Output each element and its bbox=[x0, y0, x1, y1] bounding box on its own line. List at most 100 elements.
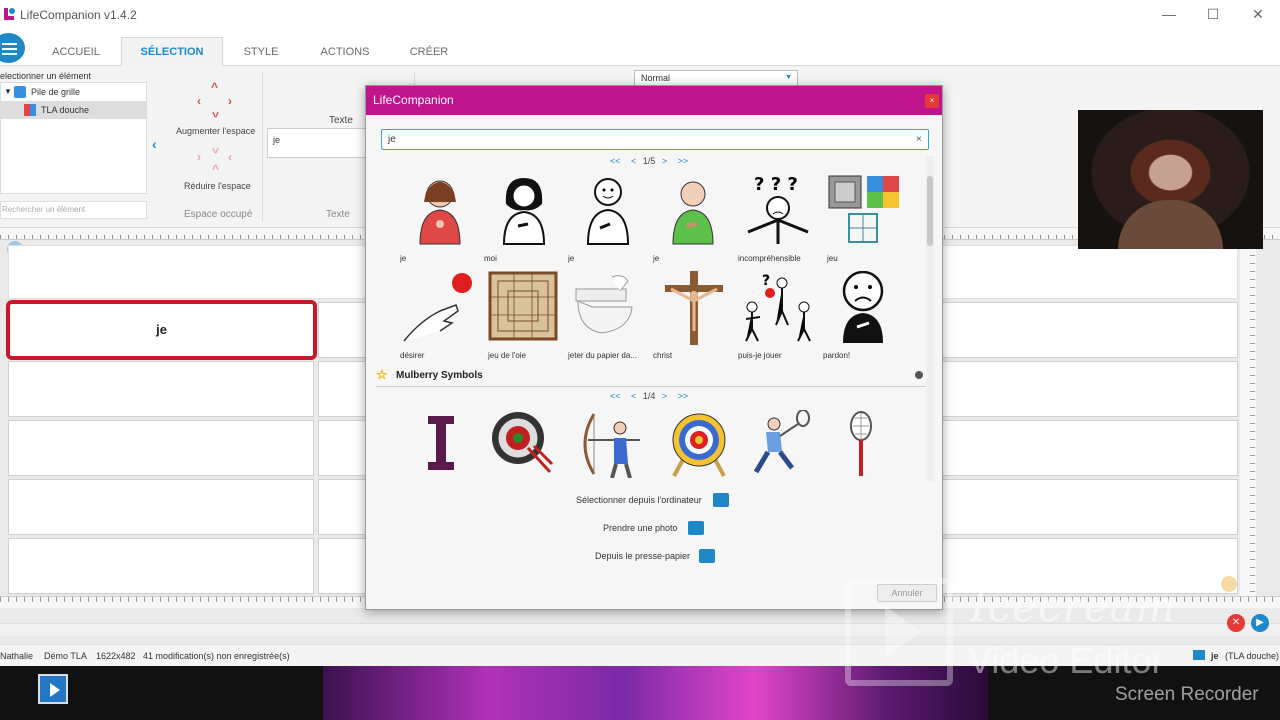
take-photo-button[interactable]: Prendre une photo bbox=[603, 521, 704, 535]
tree-item-grid-stack[interactable]: ▼ Pile de grille bbox=[1, 83, 147, 101]
arrow-right-icon[interactable]: › bbox=[228, 94, 232, 108]
tree-item-tla-douche[interactable]: TLA douche bbox=[1, 101, 147, 119]
minimize-button[interactable]: — bbox=[1159, 6, 1179, 22]
results-scrollbar[interactable] bbox=[926, 156, 934, 481]
play-icon[interactable]: ▶ bbox=[1251, 614, 1269, 632]
grid-cell[interactable] bbox=[8, 361, 314, 417]
symbol-search-input[interactable]: je bbox=[381, 129, 929, 150]
toilet-paper-icon bbox=[575, 275, 633, 334]
first-page-button[interactable]: << bbox=[610, 391, 621, 401]
clipboard-icon bbox=[699, 549, 715, 563]
ribbon-tabs: ACCUEIL SÉLECTION STYLE ACTIONS CRÉER bbox=[0, 30, 1280, 67]
scroll-thumb[interactable] bbox=[927, 176, 933, 246]
mulberry-symbol[interactable] bbox=[746, 410, 826, 480]
camera-icon bbox=[688, 521, 704, 535]
dialog-close-button[interactable]: × bbox=[925, 94, 939, 108]
prev-page-button[interactable]: < bbox=[631, 391, 636, 401]
mulberry-symbol[interactable] bbox=[838, 410, 918, 480]
tab-actions[interactable]: ACTIONS bbox=[310, 38, 380, 66]
image-icon bbox=[1193, 650, 1205, 660]
close-window-button[interactable]: ✕ bbox=[1248, 6, 1268, 23]
symbol-result[interactable]: ? puis-je jouer bbox=[738, 271, 818, 361]
maximize-button[interactable]: ☐ bbox=[1203, 6, 1223, 23]
last-page-button[interactable]: >> bbox=[678, 156, 689, 166]
main-menu-button[interactable] bbox=[0, 33, 25, 63]
man-pointing-self-icon bbox=[672, 181, 714, 245]
stop-record-icon[interactable]: ✕ bbox=[1227, 614, 1245, 632]
media-player-icon[interactable] bbox=[38, 674, 68, 704]
status-profile: Démo TLA bbox=[44, 651, 87, 661]
space-group-label: Espace occupé bbox=[184, 209, 253, 220]
from-computer-label: Sélectionner depuis l'ordinateur bbox=[576, 495, 702, 505]
reduce-down-icon[interactable]: ^ bbox=[212, 142, 219, 156]
symbol-result[interactable]: ? ? ? incompréhensible bbox=[738, 174, 818, 264]
symbol-result[interactable]: jeter du papier da... bbox=[568, 271, 648, 361]
text-header: Texte bbox=[329, 115, 353, 126]
grid-cell[interactable] bbox=[8, 538, 314, 594]
first-page-button[interactable]: << bbox=[610, 156, 621, 166]
tab-style[interactable]: STYLE bbox=[232, 38, 290, 66]
symbol-result[interactable]: désirer bbox=[400, 271, 480, 361]
clear-search-icon[interactable]: × bbox=[916, 134, 922, 145]
chevron-left-icon[interactable]: ‹ bbox=[152, 136, 157, 152]
watermark-product: Video Editor bbox=[968, 640, 1164, 681]
mulberry-symbol[interactable] bbox=[580, 410, 660, 480]
symbol-result[interactable]: christ bbox=[653, 271, 733, 361]
symbol-result[interactable]: moi bbox=[484, 174, 564, 264]
status-user: Nathalie bbox=[0, 651, 34, 661]
darts-icon bbox=[492, 412, 554, 474]
symbol-label: pardon! bbox=[823, 351, 851, 360]
grid-cell[interactable] bbox=[8, 479, 314, 535]
arrow-up-icon[interactable]: ^ bbox=[211, 80, 218, 94]
status-resolution: 1622x482 bbox=[96, 651, 136, 661]
element-search-input[interactable]: Rechercher un élément bbox=[0, 201, 147, 219]
mulberry-symbol[interactable] bbox=[488, 410, 568, 480]
mulberry-pager: << < 1/4 > >> bbox=[606, 391, 692, 401]
favorite-star-icon[interactable]: ☆ bbox=[376, 367, 388, 383]
text-style-select[interactable]: Normal ▼ bbox=[634, 70, 798, 86]
badminton-racket-icon bbox=[850, 411, 872, 476]
letter-i-icon bbox=[428, 416, 454, 470]
increase-space-button[interactable]: Augmenter l'espace bbox=[176, 126, 255, 136]
reduce-space-button[interactable]: Réduire l'espace bbox=[184, 181, 251, 191]
board-games-icon bbox=[828, 175, 899, 243]
tab-accueil[interactable]: ACCUEIL bbox=[42, 38, 110, 66]
next-page-button[interactable]: > bbox=[662, 391, 667, 401]
reduce-left-icon[interactable]: ‹ bbox=[228, 150, 232, 164]
element-tree: ▼ Pile de grille TLA douche bbox=[0, 82, 147, 194]
symbol-result[interactable]: je bbox=[568, 174, 648, 264]
from-computer-button[interactable]: Sélectionner depuis l'ordinateur bbox=[576, 493, 729, 507]
expand-arrow-icon[interactable]: ▼ bbox=[4, 83, 12, 101]
window-title: LifeCompanion v1.4.2 bbox=[20, 8, 137, 22]
crucifix-icon bbox=[665, 271, 723, 345]
mulberry-section-header[interactable]: ☆ Mulberry Symbols bbox=[376, 367, 926, 387]
from-clipboard-button[interactable]: Depuis le presse-papier bbox=[595, 549, 715, 563]
tab-selection[interactable]: SÉLECTION bbox=[121, 37, 223, 67]
symbol-result[interactable]: je bbox=[653, 174, 733, 264]
mulberry-symbol[interactable] bbox=[664, 410, 744, 480]
last-page-button[interactable]: >> bbox=[678, 391, 689, 401]
mulberry-symbol[interactable] bbox=[406, 410, 486, 480]
symbol-label: incompréhensible bbox=[738, 254, 801, 263]
reduce-right-icon[interactable]: › bbox=[197, 150, 201, 164]
symbol-result[interactable]: jeu bbox=[827, 174, 907, 264]
symbol-result[interactable]: jeu de l'oie bbox=[488, 271, 568, 361]
tab-creer[interactable]: CRÉER bbox=[398, 38, 460, 66]
badminton-player-icon bbox=[753, 410, 810, 474]
arrow-down-icon[interactable]: ^ bbox=[212, 106, 219, 120]
symbol-result[interactable]: je bbox=[400, 174, 480, 264]
grid-resize-icon[interactable] bbox=[1221, 576, 1237, 592]
collapse-icon[interactable] bbox=[915, 371, 923, 379]
grid-cell[interactable] bbox=[8, 420, 314, 476]
arrow-left-icon[interactable]: ‹ bbox=[197, 94, 201, 108]
watermark-product-2: Screen Recorder bbox=[1115, 684, 1259, 705]
right-ruler bbox=[1240, 240, 1256, 596]
selected-grid-cell[interactable]: je bbox=[6, 300, 317, 360]
reduce-up-icon[interactable]: ^ bbox=[212, 162, 219, 176]
grid-stack-icon bbox=[14, 86, 26, 98]
prev-page-button[interactable]: < bbox=[631, 156, 636, 166]
next-page-button[interactable]: > bbox=[662, 156, 667, 166]
webcam-person bbox=[1118, 200, 1223, 249]
text-input[interactable]: je bbox=[267, 128, 377, 158]
symbol-result[interactable]: pardon! bbox=[823, 271, 903, 361]
